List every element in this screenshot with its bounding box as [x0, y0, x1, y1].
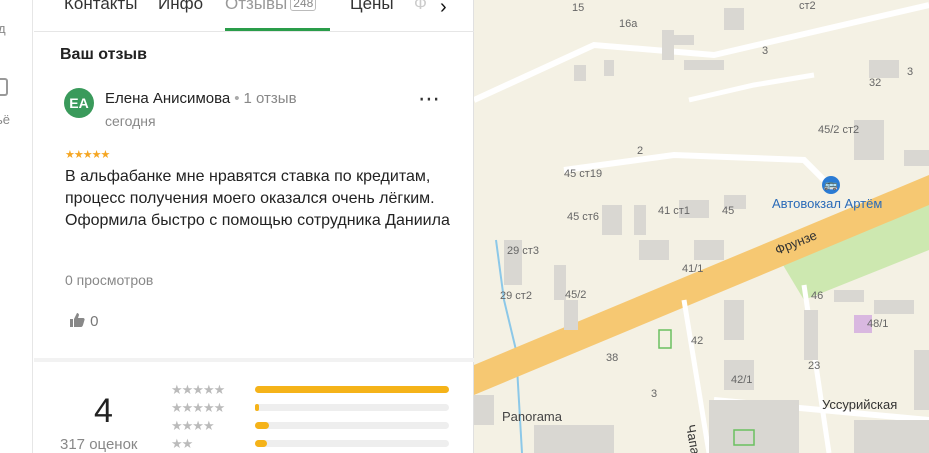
tab-photos[interactable]: Ф: [414, 0, 427, 14]
tab-bar: Контакты Инфо Отзывы 248 Цены Ф ›: [34, 0, 474, 32]
review-stars: ★★★★★: [65, 149, 110, 161]
section-title: Ваш отзыв: [60, 46, 147, 63]
tab-info[interactable]: Инфо: [158, 0, 203, 14]
map-label: 46: [811, 290, 824, 302]
reviews-panel: Контакты Инфо Отзывы 248 Цены Ф › Ваш отз…: [34, 0, 474, 453]
map-label: 3: [651, 388, 658, 400]
map-label: 23: [808, 360, 821, 372]
tab-reviews-count: 248: [290, 0, 317, 11]
road-minor-1: [474, 2, 929, 103]
like-button[interactable]: 0: [68, 311, 99, 330]
rating-bar-fill: [255, 440, 267, 447]
map-label: 45: [722, 205, 735, 217]
overall-rating: 4: [94, 392, 113, 430]
map-label: 45 ст6: [567, 211, 599, 223]
map-label: 45/2: [565, 289, 587, 301]
map-label: ст2: [799, 0, 816, 12]
map-canvas: [474, 2, 929, 453]
sports-field-1: [658, 329, 672, 349]
rating-row-stars: ★★: [171, 436, 193, 451]
review-text: В альфабанке мне нравятся ставка по кред…: [65, 168, 450, 229]
building-icon[interactable]: [0, 78, 8, 96]
like-count: 0: [90, 313, 99, 330]
rating-row-stars: ★★★★★: [171, 400, 225, 415]
map-label: 29 ст2: [500, 290, 532, 302]
sidebar-edge-text-2[interactable]: ьё: [0, 112, 10, 127]
map-label: 41/1: [682, 263, 704, 275]
author-review-count: 1 отзыв: [243, 90, 297, 107]
rating-count: 317 оценок: [60, 436, 138, 453]
road-minor-3: [688, 72, 815, 103]
map-label: 2: [637, 145, 644, 157]
rating-bar-fill: [255, 422, 269, 429]
rating-row-stars: ★★★★★: [171, 382, 225, 397]
poi-label-panorama[interactable]: Panorama: [502, 409, 562, 424]
tab-prices[interactable]: Цены: [350, 0, 394, 14]
map-label: 42/1: [731, 374, 753, 386]
tab-reviews[interactable]: Отзывы 248: [225, 0, 317, 14]
rating-bar: [255, 422, 449, 429]
road-minor-2: [563, 151, 827, 183]
avatar[interactable]: ЕА: [64, 88, 94, 118]
section-divider: [34, 358, 474, 362]
bus-station-icon[interactable]: 🚌: [822, 176, 840, 194]
map-label: 48/1: [867, 318, 889, 330]
sidebar-edge: д ьё: [0, 0, 33, 453]
map-label: 16а: [619, 18, 638, 30]
author-name[interactable]: Елена Анисимова: [105, 90, 230, 107]
map-label: 32: [869, 77, 882, 89]
sidebar-edge-text-1[interactable]: д: [0, 21, 6, 36]
active-tab-indicator: [225, 28, 330, 31]
rating-bar: [255, 386, 449, 393]
rating-row-stars: ★★★★: [171, 418, 215, 433]
chevron-right-icon[interactable]: ›: [440, 0, 447, 19]
bus-station-label[interactable]: Автовокзал Артём: [772, 196, 882, 211]
dot-separator: •: [234, 90, 240, 107]
thumbs-up-icon: [70, 313, 85, 327]
rating-bar-fill: [255, 404, 259, 411]
map-label: 15: [572, 2, 585, 14]
map-label: 3: [762, 45, 769, 57]
rating-bar: [255, 404, 449, 411]
map-label: 45 ст19: [564, 168, 603, 180]
map-label: 29 ст3: [507, 245, 539, 257]
map-label: 3: [907, 66, 914, 78]
review-views: 0 просмотров: [65, 272, 154, 288]
review-date: сегодня: [105, 113, 156, 129]
tab-reviews-label: Отзывы: [225, 0, 288, 13]
map-label: 38: [606, 352, 619, 364]
map-view[interactable]: 15 16а 3 3 32 ст2 2 45/2 ст2 45 ст19 41 …: [474, 0, 929, 453]
rating-bar: [255, 440, 449, 447]
more-options-icon[interactable]: ⋯: [418, 88, 441, 110]
map-label: 42: [691, 335, 704, 347]
rating-bar-fill: [255, 386, 449, 393]
tab-contacts[interactable]: Контакты: [64, 0, 137, 14]
map-label: 41 ст1: [658, 205, 690, 217]
map-label: 45/2 ст2: [818, 124, 860, 136]
review-author: Елена Анисимова • 1 отзыв: [105, 90, 297, 107]
street-label-ussuriyskaya: Уссурийская: [822, 397, 898, 412]
app-root: д ьё Контакты Инфо Отзывы248 Цены Ф › Ва…: [0, 0, 929, 453]
